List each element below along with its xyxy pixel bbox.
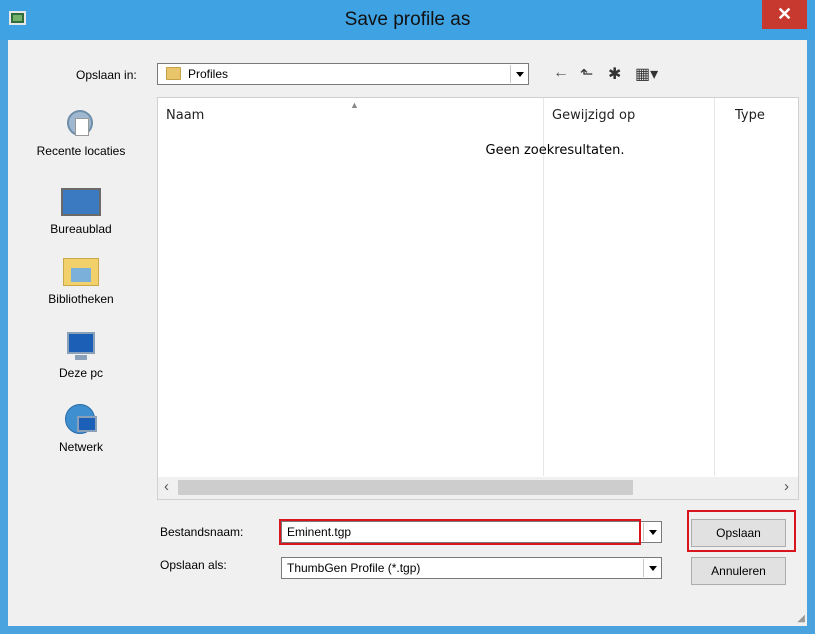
place-libraries[interactable]: Bibliotheken	[8, 256, 154, 306]
place-desktop[interactable]: Bureaublad	[8, 186, 154, 236]
chevron-down-icon[interactable]	[643, 559, 660, 577]
recent-locations-icon	[61, 108, 101, 140]
horizontal-scrollbar[interactable]: ‹ ›	[158, 477, 798, 499]
place-label: Deze pc	[58, 366, 104, 380]
view-menu-icon[interactable]: ▦▾	[635, 64, 658, 84]
save-in-value: Profiles	[188, 67, 229, 81]
place-network[interactable]: Netwerk	[8, 404, 154, 454]
network-icon	[61, 404, 101, 436]
new-folder-icon[interactable]: ✱	[608, 64, 621, 84]
file-list[interactable]: Naam ▲ Gewijzigd op Type Geen zoekresult…	[157, 97, 799, 500]
libraries-icon	[61, 256, 101, 288]
filetype-combobox[interactable]: ThumbGen Profile (*.tgp)	[281, 557, 662, 579]
scroll-left-icon[interactable]: ‹	[164, 478, 169, 495]
place-this-pc[interactable]: Deze pc	[8, 330, 154, 380]
folder-icon	[166, 67, 181, 80]
up-folder-icon[interactable]: ⬑	[580, 64, 593, 84]
chevron-down-icon[interactable]	[643, 523, 660, 541]
this-pc-icon	[61, 330, 101, 362]
place-recent[interactable]: Recente locaties	[8, 108, 154, 158]
close-button[interactable]: ✕	[762, 0, 807, 29]
window-title: Save profile as	[344, 9, 471, 30]
filename-label: Bestandsnaam:	[160, 525, 244, 539]
title-bar[interactable]: Save profile as ✕	[0, 0, 815, 40]
place-label: Bureaublad	[50, 222, 112, 236]
filetype-label: Opslaan als:	[160, 558, 227, 572]
desktop-icon	[61, 186, 101, 218]
scroll-right-icon[interactable]: ›	[784, 478, 789, 495]
place-label: Recente locaties	[36, 144, 126, 158]
save-button-highlight	[687, 510, 796, 552]
save-dialog: Save profile as ✕ Opslaan in: Profiles ←…	[0, 0, 815, 634]
empty-message: Geen zoekresultaten.	[485, 143, 625, 158]
dialog-body: Opslaan in: Profiles ← ⬑ ✱ ▦▾ Recente lo…	[8, 40, 807, 626]
cancel-button[interactable]: Annuleren	[691, 557, 786, 585]
scroll-thumb[interactable]	[178, 480, 633, 495]
column-header-modified[interactable]: Gewijzigd op	[544, 98, 714, 132]
place-label: Bibliotheken	[48, 292, 114, 306]
filename-highlight	[279, 519, 641, 545]
place-label: Netwerk	[58, 440, 103, 454]
save-in-label: Opslaan in:	[76, 68, 137, 82]
filetype-value: ThumbGen Profile (*.tgp)	[287, 561, 421, 575]
sort-ascending-icon: ▲	[350, 100, 359, 110]
column-header-type[interactable]: Type	[727, 98, 797, 132]
resize-grip-icon[interactable]: ◢	[797, 613, 805, 624]
save-in-combobox[interactable]: Profiles	[157, 63, 529, 85]
back-arrow-icon[interactable]: ←	[553, 64, 569, 82]
chevron-down-icon[interactable]	[510, 65, 527, 83]
